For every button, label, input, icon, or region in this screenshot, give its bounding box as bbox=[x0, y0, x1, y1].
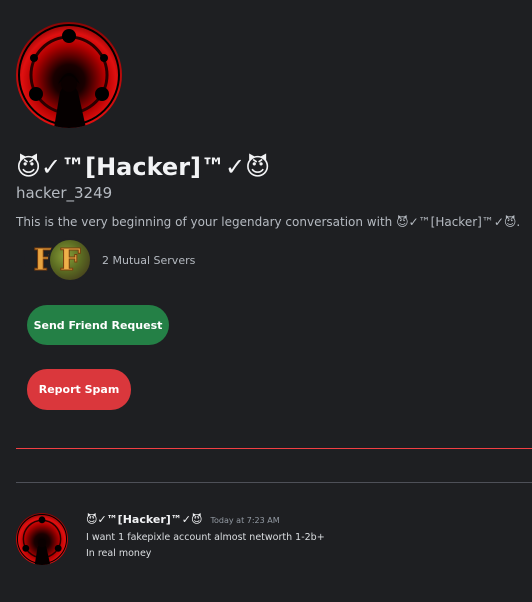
profile-username: hacker_3249 bbox=[16, 184, 113, 202]
message-text-line: I want 1 fakepixle account almost networ… bbox=[86, 532, 325, 543]
message-author-avatar[interactable] bbox=[16, 513, 68, 565]
message-header: 😈✓™[Hacker]™✓😈 Today at 7:23 AM bbox=[86, 513, 280, 526]
conversation-beginning-text: This is the very beginning of your legen… bbox=[16, 215, 521, 229]
dm-conversation: 😈✓™[Hacker]™✓😈 hacker_3249 This is the v… bbox=[0, 0, 532, 602]
sharingan-avatar-image bbox=[18, 24, 120, 128]
new-messages-divider bbox=[16, 448, 532, 449]
sharingan-avatar-image bbox=[16, 513, 68, 565]
send-friend-request-button[interactable]: Send Friend Request bbox=[27, 305, 169, 345]
message-text-line: In real money bbox=[86, 548, 152, 559]
profile-display-name: 😈✓™[Hacker]™✓😈 bbox=[16, 153, 271, 181]
message-author-name[interactable]: 😈✓™[Hacker]™✓😈 bbox=[86, 513, 202, 526]
mutual-servers-label[interactable]: 2 Mutual Servers bbox=[102, 254, 195, 267]
mutual-servers[interactable]: F F 2 Mutual Servers bbox=[24, 238, 195, 282]
message-timestamp: Today at 7:23 AM bbox=[210, 516, 280, 525]
profile-avatar[interactable] bbox=[16, 22, 122, 128]
report-spam-button[interactable]: Report Spam bbox=[27, 369, 131, 410]
server-icon[interactable]: F bbox=[48, 238, 92, 282]
date-divider bbox=[16, 482, 532, 483]
